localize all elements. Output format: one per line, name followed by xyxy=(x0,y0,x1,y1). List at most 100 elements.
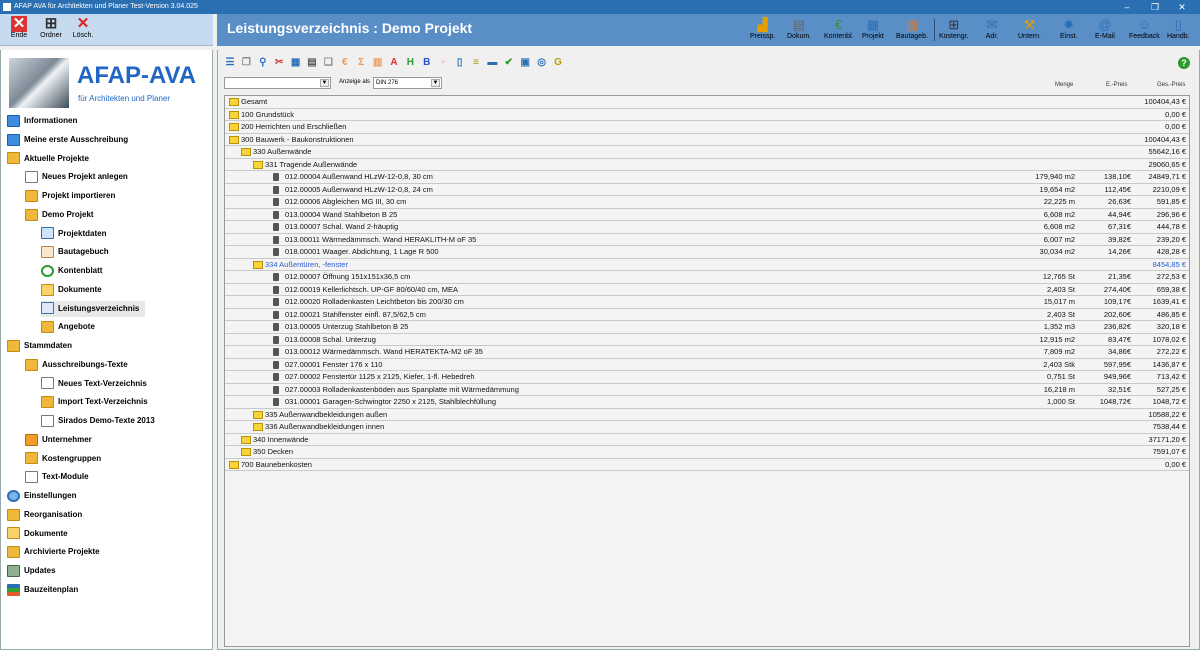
toolbar-button-0[interactable]: ✕ Ende xyxy=(4,16,34,44)
chevron-down-icon[interactable]: ▼ xyxy=(320,79,329,87)
toolbar-button-einst[interactable]: ✹ Einst. xyxy=(1060,17,1078,44)
toolbar-button-1[interactable]: ⊞ Ordner xyxy=(36,16,66,44)
search-icon[interactable]: ⚲ xyxy=(257,57,269,69)
position-row[interactable]: 012.00020 Rolladenkasten Leichtbeton bis… xyxy=(225,296,1189,309)
sidebar-item-kontenblatt[interactable]: Kontenblatt xyxy=(41,263,102,279)
filter-select[interactable]: ▼ xyxy=(224,77,331,89)
toolbar-button-untern[interactable]: ⚒ Untern. xyxy=(1018,17,1041,44)
group-row[interactable]: 330 Außenwände 55642,16 € xyxy=(225,146,1189,159)
group-row[interactable]: 331 Tragende Außenwände 29060,65 € xyxy=(225,159,1189,171)
toolbar-button-handb[interactable]: ▯ Handb. xyxy=(1167,17,1190,44)
close-window-icon[interactable]: ✕ xyxy=(1172,0,1192,14)
page-icon[interactable]: ▯ xyxy=(454,57,466,69)
group-row[interactable]: 700 Baunebenkosten 0,00 € xyxy=(225,459,1189,471)
sidebar-item-neues-projekt-anlegen[interactable]: Neues Projekt anlegen xyxy=(25,169,128,185)
toolbar-button-email[interactable]: @ E-Mail xyxy=(1095,17,1115,44)
position-row[interactable]: 027.00002 Fenstertür 1125 x 2125, Kiefer… xyxy=(225,371,1189,384)
bold-icon[interactable]: B xyxy=(421,57,433,69)
position-row[interactable]: 012.00006 Abgleichen MG III, 30 cm 22,225… xyxy=(225,196,1189,209)
position-row[interactable]: 013.00007 Schal. Wand 2-häuptig 6,608 m2 6… xyxy=(225,221,1189,234)
position-row[interactable]: 013.00005 Unterzug Stahlbeton B 25 1,352 … xyxy=(225,321,1189,334)
group-row[interactable]: 300 Bauwerk - Baukonstruktionen 100404,43… xyxy=(225,134,1189,146)
anzeige-select[interactable]: DIN 276 ▼ xyxy=(373,77,442,89)
toolbar-button-feedback[interactable]: ☺ Feedback xyxy=(1129,17,1160,44)
sidebar-item-projektdaten[interactable]: Projektdaten xyxy=(41,226,106,242)
toolbar-button-preissp[interactable]: ▟ Preissp. xyxy=(750,17,775,44)
group-row[interactable]: 340 Innenwände 37171,20 € xyxy=(225,434,1189,446)
group-row[interactable]: 100 Grundstück 0,00 € xyxy=(225,109,1189,121)
save-icon[interactable]: ▣ xyxy=(519,57,531,69)
sidebar-item-leistungsverzeichnis[interactable]: Leistungsverzeichnis xyxy=(41,300,146,317)
position-row[interactable]: 013.00004 Wand Stahlbeton B 25 6,608 m2 44… xyxy=(225,209,1189,221)
sidebar-item-stammdaten[interactable]: Stammdaten xyxy=(7,338,72,354)
sidebar-item-archivierte-projekte[interactable]: Archivierte Projekte xyxy=(7,544,100,560)
help-icon[interactable]: ? xyxy=(1178,57,1190,69)
sidebar-item-dokumente[interactable]: Dokumente xyxy=(41,282,102,298)
euro-icon[interactable]: € xyxy=(339,57,351,69)
group-row[interactable]: 334 Außentüren, -fenster 8454,85 € xyxy=(225,259,1189,271)
group-row[interactable]: Gesamt 100404,43 € xyxy=(225,96,1189,109)
sidebar-item-demo-projekt[interactable]: Demo Projekt xyxy=(25,207,94,223)
world-icon[interactable]: ◎ xyxy=(536,57,548,69)
g-icon[interactable]: G xyxy=(552,57,564,69)
position-row[interactable]: 013.00011 Wärmedämmsch. Wand HERAKLITH-M… xyxy=(225,234,1189,246)
position-row[interactable]: 012.00004 Außenwand HLzW-12-0,8, 30 cm 17… xyxy=(225,171,1189,184)
book-icon[interactable]: ▦ xyxy=(290,57,302,69)
toolbar-button-kostengr[interactable]: ⊞ Kostengr. xyxy=(939,17,969,44)
sidebar-item-dokumente[interactable]: Dokumente xyxy=(7,526,68,542)
sidebar-item-bauzeitenplan[interactable]: Bauzeitenplan xyxy=(7,582,78,598)
position-row[interactable]: 012.00007 Öffnung 151x151x36,5 cm 12,765 … xyxy=(225,271,1189,284)
chevron-down-icon[interactable]: ▼ xyxy=(431,79,440,87)
position-row[interactable]: 013.00008 Schal. Unterzug 12,915 m2 83,47€… xyxy=(225,334,1189,346)
mark-icon[interactable]: ▫ xyxy=(437,57,449,69)
position-row[interactable]: 012.00021 Stahlfenster einfl. 87,5/62,5 … xyxy=(225,309,1189,321)
column-header-gespreis[interactable]: Ges.-Preis xyxy=(1157,82,1185,88)
group-row[interactable]: 335 Außenwandbekleidungen außen 10588,22 … xyxy=(225,409,1189,421)
group-row[interactable]: 200 Herrichten und Erschließen 0,00 € xyxy=(225,121,1189,134)
print-icon[interactable]: ▬ xyxy=(486,57,498,69)
column-header-menge[interactable]: Menge xyxy=(1055,82,1073,88)
maximize-icon[interactable]: ❐ xyxy=(1145,0,1165,14)
sidebar-item-reorganisation[interactable]: Reorganisation xyxy=(7,507,82,523)
sidebar-item-projekt-importieren[interactable]: Projekt importieren xyxy=(25,188,115,204)
heading-icon[interactable]: H xyxy=(404,57,416,69)
sidebar-item-informationen[interactable]: Informationen xyxy=(7,113,77,129)
position-row[interactable]: 018.00001 Waager. Abdichtung, 1 Lage R 5… xyxy=(225,246,1189,259)
position-row[interactable]: 027.00001 Fenster 176 x 110 2,403 Stk 597,… xyxy=(225,359,1189,371)
sidebar-item-unternehmer[interactable]: Unternehmer xyxy=(25,432,92,448)
position-row[interactable]: 012.00005 Außenwand HLzW-12-0,8, 24 cm 19… xyxy=(225,184,1189,196)
sidebar-item-updates[interactable]: Updates xyxy=(7,563,56,579)
toolbar-button-kontenbl[interactable]: € Kontenbl. xyxy=(824,17,854,44)
paste-icon[interactable]: ❏ xyxy=(322,57,334,69)
sidebar-item-angebote[interactable]: Angebote xyxy=(41,319,95,335)
toolbar-button-projekt[interactable]: ▦ Projekt xyxy=(862,17,884,44)
position-row[interactable]: 013.00012 Wärmedämmsch. Wand HERATEKTA-M… xyxy=(225,346,1189,359)
sidebar-item-aktuelle-projekte[interactable]: Aktuelle Projekte xyxy=(7,151,89,167)
toolbar-button-dokum[interactable]: ▤ Dokum. xyxy=(787,17,811,44)
sidebar-item-text-module[interactable]: Text-Module xyxy=(25,469,89,485)
copy-icon[interactable]: ❐ xyxy=(240,57,252,69)
lv-tree-grid[interactable]: Gesamt 100404,43 €100 Grundstück 0,00 €200… xyxy=(224,95,1190,647)
position-row[interactable]: 027.00003 Rolladenkastenböden aus Spanpl… xyxy=(225,384,1189,396)
sum-icon[interactable]: Σ xyxy=(355,57,367,69)
sidebar-item-bautagebuch[interactable]: Bautagebuch xyxy=(41,244,109,260)
toolbar-button-bautageb[interactable]: ▥ Bautageb. xyxy=(896,17,928,44)
calc-icon[interactable]: ▤ xyxy=(306,57,318,69)
sidebar-item-neues-text-verzeichnis[interactable]: Neues Text-Verzeichnis xyxy=(41,376,147,392)
column-header-epreis[interactable]: E.-Preis xyxy=(1106,82,1127,88)
toolbar-button-adr[interactable]: ✉ Adr. xyxy=(984,17,1000,44)
table-icon[interactable]: ▥ xyxy=(372,57,384,69)
sidebar-item-kostengruppen[interactable]: Kostengruppen xyxy=(25,451,101,467)
toolbar-button-2[interactable]: ✕ Lösch. xyxy=(68,16,98,44)
sidebar-item-ausschreibungs-texte[interactable]: Ausschreibungs-Texte xyxy=(25,357,128,373)
position-row[interactable]: 012.00019 Kellerlichtsch. UP-GF 80/60/40… xyxy=(225,284,1189,296)
sidebar-item-meine-erste-ausschreibung[interactable]: Meine erste Ausschreibung xyxy=(7,132,128,148)
sidebar-item-import-text-verzeichnis[interactable]: Import Text-Verzeichnis xyxy=(41,394,148,410)
note-icon[interactable]: ≡ xyxy=(470,57,482,69)
group-row[interactable]: 336 Außenwandbekleidungen innen 7538,44 € xyxy=(225,421,1189,434)
check-icon[interactable]: ✔ xyxy=(503,57,515,69)
minimize-icon[interactable]: – xyxy=(1117,0,1137,14)
sidebar-item-einstellungen[interactable]: Einstellungen xyxy=(7,488,76,504)
cut-icon[interactable]: ✂ xyxy=(273,57,285,69)
font-icon[interactable]: A xyxy=(388,57,400,69)
